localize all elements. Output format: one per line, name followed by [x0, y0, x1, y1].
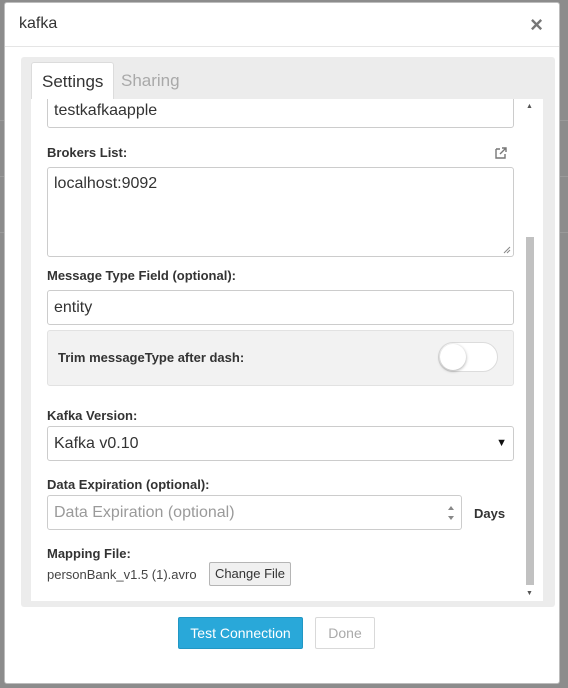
trim-toggle-row: Trim messageType after dash:	[47, 330, 514, 386]
scroll-thumb[interactable]	[526, 237, 534, 585]
number-spinner-icon[interactable]	[447, 504, 455, 522]
settings-panel: Settings Sharing testkafkaapple Brokers …	[21, 57, 555, 607]
change-file-button[interactable]: Change File	[209, 562, 291, 586]
close-icon[interactable]: ×	[530, 12, 543, 38]
settings-form: testkafkaapple Brokers List: localhost:9…	[31, 99, 543, 601]
resize-grip-icon[interactable]	[503, 246, 511, 254]
done-button[interactable]: Done	[315, 617, 375, 649]
scroll-down-arrow-icon[interactable]: ▼	[526, 590, 533, 597]
external-link-icon[interactable]	[494, 146, 508, 160]
brokers-label: Brokers List:	[47, 145, 128, 160]
modal-dialog: kafka × Settings Sharing testkafkaapple …	[4, 2, 560, 684]
kafka-version-value: Kafka v0.10	[54, 435, 139, 452]
mapping-file-name: personBank_v1.5 (1).avro	[47, 567, 197, 582]
message-type-label: Message Type Field (optional):	[47, 268, 237, 283]
modal-title: kafka	[19, 15, 58, 32]
trim-toggle[interactable]	[438, 342, 498, 372]
modal-header: kafka ×	[5, 3, 559, 47]
mapping-file-label: Mapping File:	[47, 546, 131, 561]
days-label: Days	[474, 506, 506, 521]
caret-down-icon: ▼	[496, 437, 507, 449]
expiration-placeholder: Data Expiration (optional)	[54, 504, 235, 521]
test-connection-button[interactable]: Test Connection	[178, 617, 303, 649]
kafka-version-select[interactable]: Kafka v0.10 ▼	[47, 426, 514, 461]
form-scrollbar[interactable]: ▲ ▼	[525, 99, 535, 601]
expiration-label: Data Expiration (optional):	[47, 477, 210, 492]
kafka-version-label: Kafka Version:	[47, 408, 138, 423]
name-input[interactable]: testkafkaapple	[47, 99, 514, 128]
scroll-up-arrow-icon[interactable]: ▲	[526, 103, 533, 110]
tab-settings[interactable]: Settings	[31, 62, 115, 99]
message-type-input[interactable]: entity	[47, 290, 514, 325]
toggle-knob	[440, 344, 466, 370]
expiration-input[interactable]: Data Expiration (optional)	[47, 495, 462, 530]
tab-sharing[interactable]: Sharing	[111, 62, 190, 99]
brokers-textarea[interactable]: localhost:9092	[47, 167, 514, 257]
trim-label: Trim messageType after dash:	[58, 350, 245, 365]
brokers-value: localhost:9092	[54, 175, 158, 192]
